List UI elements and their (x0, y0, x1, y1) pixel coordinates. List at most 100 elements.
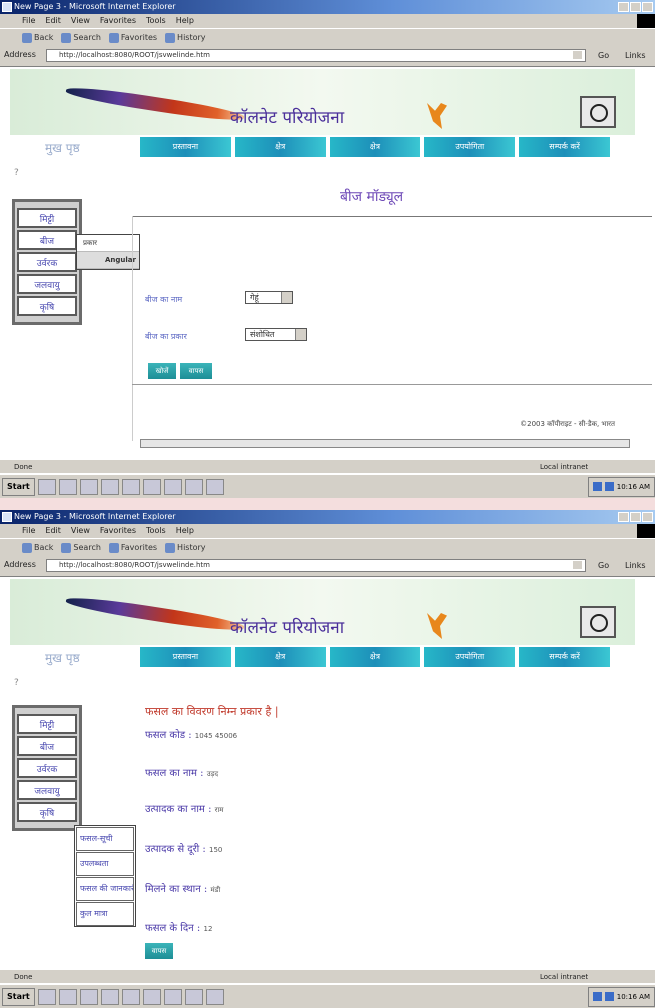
side-item-soil[interactable]: मिट्टी (17, 208, 77, 228)
taskbar-app-6[interactable] (142, 988, 161, 1005)
taskbar-app-9[interactable] (205, 478, 224, 495)
go-button[interactable]: Go (598, 561, 609, 570)
start-button[interactable]: Start (2, 477, 35, 496)
horizontal-scrollbar[interactable] (140, 439, 630, 448)
start-button[interactable]: Start (2, 987, 35, 1006)
nav-tab-contact[interactable]: सम्पर्क करें (519, 137, 610, 157)
flyout-item-type[interactable]: प्रकार (77, 235, 139, 252)
close-button[interactable] (642, 2, 653, 12)
back-button[interactable]: Back (22, 32, 53, 43)
flyout-item-crop-list[interactable]: फसल-सूची (76, 827, 134, 851)
side-item-crop[interactable]: कृषि (17, 802, 77, 822)
nav-tab-area-2[interactable]: क्षेत्र (329, 137, 421, 157)
taskbar-app-5[interactable] (121, 988, 140, 1005)
menu-edit[interactable]: Edit (45, 14, 61, 28)
nav-tab-area[interactable]: क्षेत्र (234, 647, 326, 667)
favorites-icon (108, 32, 119, 43)
menu-help[interactable]: Help (176, 14, 194, 28)
flyout-item-quantity[interactable]: कुल मात्रा (76, 902, 134, 926)
menu-favorites[interactable]: Favorites (100, 524, 136, 538)
nav-tab-utility[interactable]: उपयोगिता (424, 137, 516, 157)
menu-file[interactable]: File (22, 524, 35, 538)
address-dropdown[interactable] (572, 50, 583, 60)
back-button[interactable]: Back (22, 542, 53, 553)
links-button[interactable]: Links (625, 51, 646, 60)
taskbar-app-1[interactable] (37, 478, 56, 495)
taskbar-app-3[interactable] (79, 988, 98, 1005)
flyout-item-availability[interactable]: उपलब्धता (76, 852, 134, 876)
detail-label: मिलने का स्थान : (145, 884, 208, 895)
maximize-button[interactable] (630, 512, 641, 522)
chevron-down-icon (281, 292, 292, 303)
detail-label: उत्पादक का नाम : (145, 804, 212, 815)
search-button[interactable]: Search (61, 32, 101, 43)
favorites-button[interactable]: Favorites (108, 32, 157, 43)
minimize-button[interactable] (618, 2, 629, 12)
seed-name-select[interactable]: गेहूं (245, 291, 293, 304)
page-viewport: कॉलनेट परियोजना मुख पृष्ठ प्रस्तावना क्ष… (0, 67, 655, 448)
favorites-button[interactable]: Favorites (108, 542, 157, 553)
side-item-fertilizer[interactable]: उर्वरक (17, 758, 77, 778)
side-item-soil[interactable]: मिट्टी (17, 714, 77, 734)
detail-value: 1045 45006 (194, 732, 238, 740)
taskbar: Start 10:16 AM (0, 473, 655, 498)
back-submit-button[interactable]: वापस (145, 943, 173, 959)
menu-edit[interactable]: Edit (45, 524, 61, 538)
go-button[interactable]: Go (598, 51, 609, 60)
menu-file[interactable]: File (22, 14, 35, 28)
detail-row-days: फसल के दिन : 12 (145, 920, 212, 934)
close-button[interactable] (642, 512, 653, 522)
taskbar-app-8[interactable] (184, 988, 203, 1005)
nav-tab-intro[interactable]: प्रस्तावना (140, 647, 231, 667)
history-button[interactable]: History (165, 542, 206, 553)
menu-view[interactable]: View (71, 14, 90, 28)
side-item-climate[interactable]: जलवायु (17, 780, 77, 800)
home-link[interactable]: मुख पृष्ठ (45, 139, 80, 156)
taskbar-app-6[interactable] (142, 478, 161, 495)
menu-tools[interactable]: Tools (146, 524, 166, 538)
taskbar-app-8[interactable] (184, 478, 203, 495)
seed-type-select[interactable]: संशोधित (245, 328, 307, 341)
back-submit-button[interactable]: वापस (180, 363, 212, 379)
search-submit-button[interactable]: खोजें (148, 363, 176, 379)
side-item-climate[interactable]: जलवायु (17, 274, 77, 294)
detail-value: 150 (208, 846, 223, 854)
taskbar-app-4[interactable] (100, 988, 119, 1005)
links-button[interactable]: Links (625, 561, 646, 570)
crop-flyout-menu: फसल-सूची उपलब्धता फसल की जानकारी कुल मात… (74, 825, 136, 927)
address-input[interactable]: http://localhost:8080/ROOT/jsvwelinde.ht… (46, 559, 586, 572)
menu-tools[interactable]: Tools (146, 14, 166, 28)
menu-favorites[interactable]: Favorites (100, 14, 136, 28)
taskbar-app-1[interactable] (37, 988, 56, 1005)
taskbar-app-7[interactable] (163, 988, 182, 1005)
taskbar-app-4[interactable] (100, 478, 119, 495)
search-button[interactable]: Search (61, 542, 101, 553)
side-item-fertilizer[interactable]: उर्वरक (17, 252, 77, 272)
nav-tab-area[interactable]: क्षेत्र (234, 137, 326, 157)
screenshot-separator (0, 498, 655, 510)
nav-tab-intro[interactable]: प्रस्तावना (140, 137, 231, 157)
address-input[interactable]: http://localhost:8080/ROOT/jsvwelinde.ht… (46, 49, 586, 62)
taskbar-app-2[interactable] (58, 988, 77, 1005)
maximize-button[interactable] (630, 2, 641, 12)
taskbar-app-2[interactable] (58, 478, 77, 495)
taskbar-app-7[interactable] (163, 478, 182, 495)
taskbar-app-3[interactable] (79, 478, 98, 495)
home-link[interactable]: मुख पृष्ठ (45, 649, 80, 666)
nav-tab-utility[interactable]: उपयोगिता (424, 647, 516, 667)
page-viewport: कॉलनेट परियोजना मुख पृष्ठ प्रस्तावना क्ष… (0, 577, 655, 959)
flyout-item-crop-info[interactable]: फसल की जानकारी (76, 877, 134, 901)
minimize-button[interactable] (618, 512, 629, 522)
taskbar-app-5[interactable] (121, 478, 140, 495)
flyout-item-angular[interactable]: Angular (77, 252, 139, 269)
taskbar-app-9[interactable] (205, 988, 224, 1005)
side-item-seed[interactable]: बीज (17, 736, 77, 756)
menu-view[interactable]: View (71, 524, 90, 538)
history-button[interactable]: History (165, 32, 206, 43)
side-item-crop[interactable]: कृषि (17, 296, 77, 316)
nav-tab-contact[interactable]: सम्पर्क करें (519, 647, 610, 667)
side-item-seed[interactable]: बीज (17, 230, 77, 250)
nav-tab-area-2[interactable]: क्षेत्र (329, 647, 421, 667)
address-dropdown[interactable] (572, 560, 583, 570)
menu-help[interactable]: Help (176, 524, 194, 538)
